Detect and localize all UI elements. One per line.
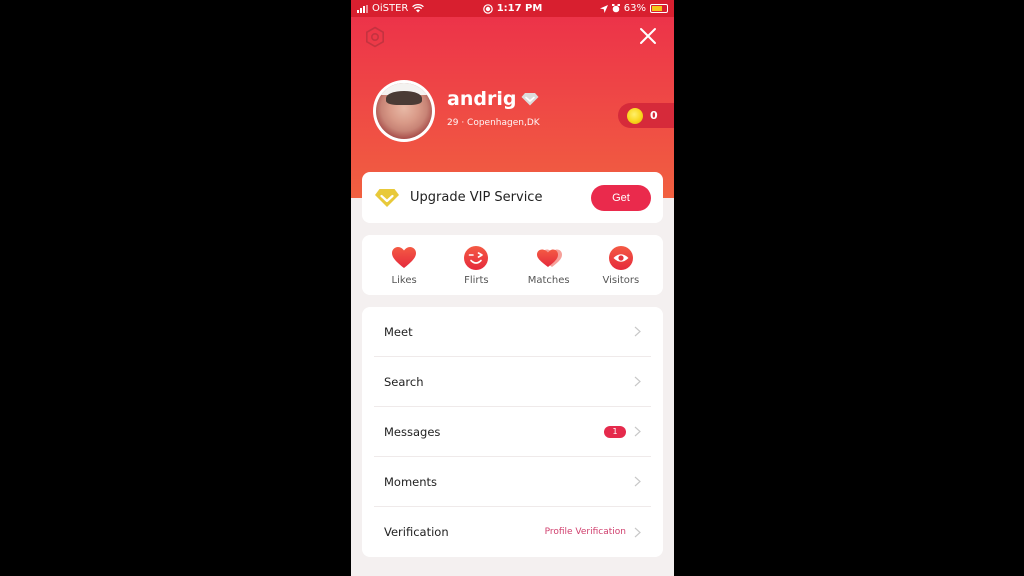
quick-action-matches[interactable]: Matches — [514, 245, 584, 286]
menu-item-label: Meet — [384, 324, 413, 339]
chevron-right-icon — [634, 326, 641, 337]
quick-action-flirts[interactable]: Flirts — [441, 245, 511, 286]
battery-percent: 63% — [623, 3, 647, 14]
quick-action-label: Flirts — [464, 274, 489, 286]
profile-verification-link[interactable]: Profile Verification — [545, 527, 626, 537]
quick-action-label: Matches — [527, 274, 570, 286]
phone-screen: OiSTER 1:17 PM 63% andrig 29 · Copenhage… — [351, 0, 674, 576]
heart-icon — [392, 246, 417, 268]
vip-upgrade-card[interactable]: Upgrade VIP Service Get — [362, 172, 663, 223]
menu-item-verification[interactable]: Verification Profile Verification — [374, 507, 651, 557]
chevron-right-icon — [634, 426, 641, 437]
quick-action-label: Likes — [391, 274, 417, 286]
wink-face-icon — [464, 245, 489, 270]
coins-balance[interactable]: 0 — [618, 103, 674, 128]
get-vip-button[interactable]: Get — [591, 184, 651, 211]
menu-item-label: Search — [384, 374, 424, 389]
wifi-icon — [412, 4, 425, 13]
unread-badge: 1 — [604, 425, 626, 438]
settings-icon[interactable] — [364, 26, 386, 48]
alarm-icon — [611, 4, 620, 13]
menu-item-label: Moments — [384, 474, 438, 489]
close-icon[interactable] — [639, 27, 657, 45]
avatar[interactable] — [373, 80, 435, 142]
username-text: andrig — [447, 88, 517, 110]
chevron-right-icon — [634, 476, 641, 487]
double-heart-icon — [536, 249, 562, 267]
vip-diamond-icon — [375, 188, 399, 207]
quick-action-likes[interactable]: Likes — [369, 245, 439, 286]
vip-label: Upgrade VIP Service — [410, 190, 543, 205]
clock: 1:17 PM — [496, 3, 543, 14]
signal-icon — [357, 4, 368, 13]
quick-action-label: Visitors — [602, 274, 640, 286]
carrier-name: OiSTER — [372, 3, 409, 14]
status-bar: OiSTER 1:17 PM 63% — [351, 0, 674, 17]
coin-icon — [627, 107, 643, 124]
chevron-right-icon — [634, 527, 641, 537]
quick-action-visitors[interactable]: Visitors — [586, 245, 656, 286]
menu-item-meet[interactable]: Meet — [374, 307, 651, 357]
username: andrig — [447, 88, 539, 110]
menu-item-label: Verification — [384, 525, 449, 539]
chevron-right-icon — [634, 376, 641, 387]
eye-icon — [608, 245, 633, 270]
diamond-badge-icon — [521, 93, 539, 106]
menu-item-search[interactable]: Search — [374, 357, 651, 407]
screen-record-icon — [482, 3, 493, 14]
age-location: 29 · Copenhagen,DK — [447, 118, 540, 128]
menu-item-messages[interactable]: Messages 1 — [374, 407, 651, 457]
battery-icon — [650, 4, 669, 13]
location-arrow-icon — [599, 4, 608, 13]
menu-list: Meet Search Messages 1 Moments Verificat… — [362, 307, 663, 557]
quick-actions: Likes Flirts Matches Visitors — [362, 235, 663, 295]
menu-item-moments[interactable]: Moments — [374, 457, 651, 507]
menu-item-label: Messages — [384, 424, 441, 439]
coin-count: 0 — [650, 109, 658, 122]
